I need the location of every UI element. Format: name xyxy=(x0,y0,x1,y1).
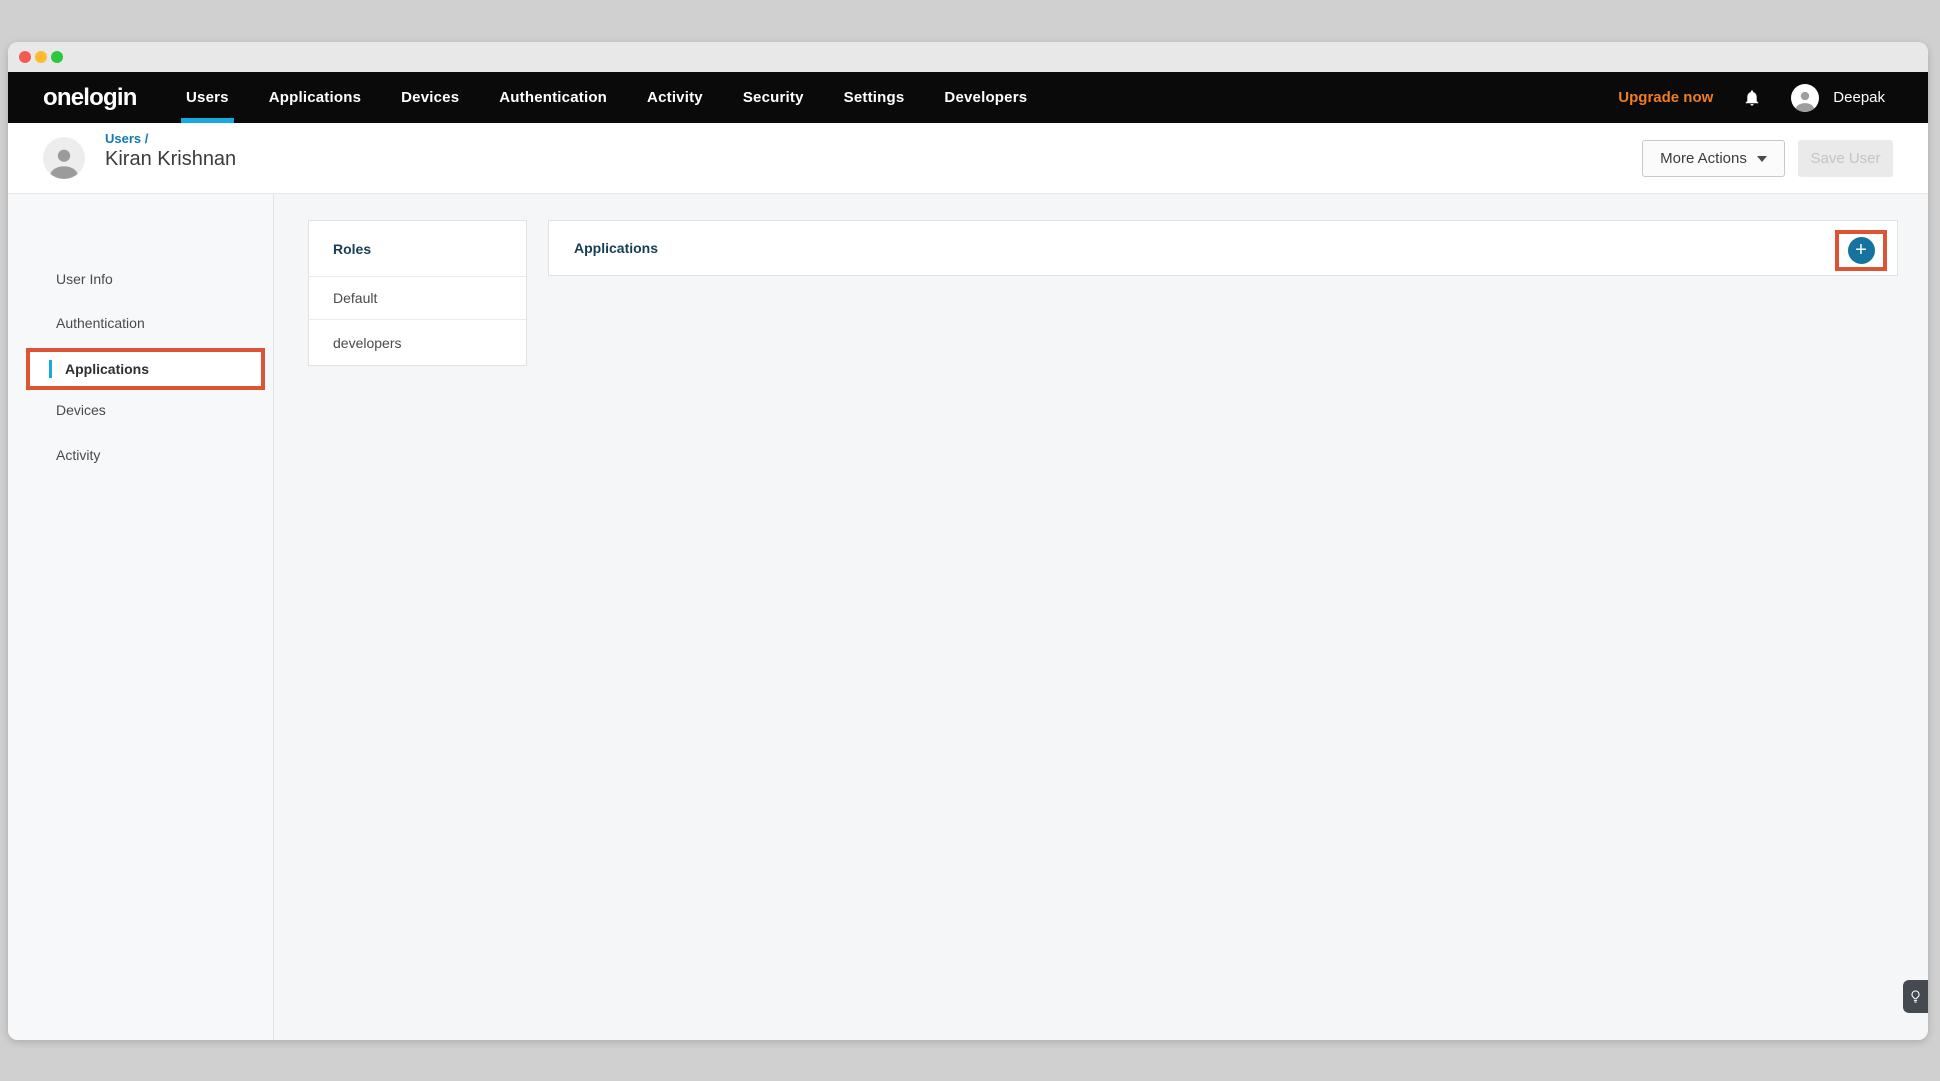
nav-tab-security[interactable]: Security xyxy=(743,72,804,123)
roles-panel-title: Roles xyxy=(333,241,371,257)
roles-panel: Roles Default developers xyxy=(308,220,527,366)
nav-tab-settings[interactable]: Settings xyxy=(844,72,905,123)
window-titlebar xyxy=(8,42,1928,72)
sidebar-item-user-info[interactable]: User Info xyxy=(8,257,273,301)
nav-tab-authentication[interactable]: Authentication xyxy=(499,72,607,123)
nav-tab-activity[interactable]: Activity xyxy=(647,72,703,123)
sidebar-item-devices[interactable]: Devices xyxy=(8,388,273,432)
profile-avatar xyxy=(43,137,85,179)
upgrade-now-link[interactable]: Upgrade now xyxy=(1618,89,1713,106)
sidebar-item-applications[interactable]: Applications xyxy=(26,348,265,390)
content-area: User Info Authentication Applications De… xyxy=(8,194,1928,1040)
page-title: Kiran Krishnan xyxy=(105,148,236,171)
nav-tab-applications[interactable]: Applications xyxy=(269,72,361,123)
more-actions-button[interactable]: More Actions xyxy=(1642,140,1785,177)
role-row-default[interactable]: Default xyxy=(309,277,526,319)
top-navbar: onelogin Users Applications Devices Auth… xyxy=(8,72,1928,123)
nav-tab-users[interactable]: Users xyxy=(186,72,229,123)
notifications-bell-icon[interactable] xyxy=(1743,89,1761,107)
onelogin-logo[interactable]: onelogin xyxy=(43,84,137,112)
user-section-sidebar: User Info Authentication Applications De… xyxy=(8,194,274,1040)
user-menu[interactable]: Deepak xyxy=(1791,84,1885,112)
minimize-window-button[interactable] xyxy=(35,51,47,63)
page-header: Users / Kiran Krishnan More Actions Save… xyxy=(8,123,1928,194)
navbar-right-cluster: Upgrade now Deepak xyxy=(1618,72,1885,123)
user-menu-name: Deepak xyxy=(1833,89,1885,106)
caret-down-icon xyxy=(1757,156,1767,162)
user-avatar[interactable] xyxy=(1791,84,1819,112)
roles-panel-header: Roles xyxy=(309,221,526,277)
primary-nav: Users Applications Devices Authenticatio… xyxy=(186,72,1027,123)
nav-tab-developers[interactable]: Developers xyxy=(944,72,1027,123)
maximize-window-button[interactable] xyxy=(51,51,63,63)
role-row-developers[interactable]: developers xyxy=(309,319,526,365)
close-window-button[interactable] xyxy=(19,51,31,63)
breadcrumb[interactable]: Users / xyxy=(105,131,148,146)
annotation-highlight-box: + xyxy=(1835,230,1887,271)
lightbulb-icon xyxy=(1908,989,1923,1004)
applications-panel: Applications + xyxy=(548,220,1898,276)
more-actions-label: More Actions xyxy=(1660,150,1747,167)
nav-tab-devices[interactable]: Devices xyxy=(401,72,459,123)
add-application-button[interactable]: + xyxy=(1848,237,1875,264)
sidebar-item-label: Applications xyxy=(65,361,149,377)
save-user-label: Save User xyxy=(1810,150,1880,167)
save-user-button[interactable]: Save User xyxy=(1798,140,1893,177)
applications-panel-title: Applications xyxy=(574,240,658,256)
sidebar-item-activity[interactable]: Activity xyxy=(8,433,273,477)
active-indicator-bar xyxy=(49,360,52,378)
sidebar-item-authentication[interactable]: Authentication xyxy=(8,301,273,345)
browser-window: onelogin Users Applications Devices Auth… xyxy=(8,42,1928,1040)
plus-icon: + xyxy=(1855,240,1867,260)
help-lightbulb-tab[interactable] xyxy=(1903,980,1928,1013)
